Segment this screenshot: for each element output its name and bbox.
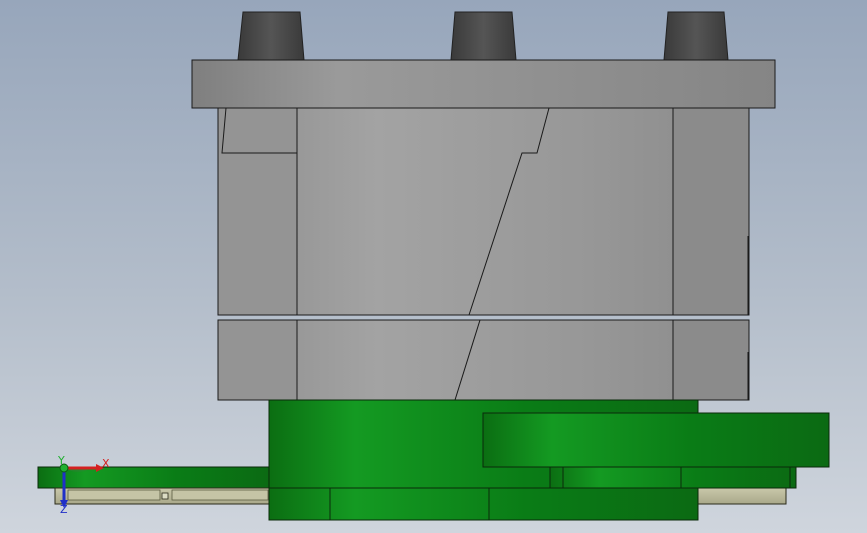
model-view[interactable]	[0, 0, 867, 533]
top-plate	[191, 59, 776, 109]
cap-center	[450, 11, 517, 61]
upper-body	[217, 107, 750, 316]
3d-viewport[interactable]: X Y Z	[0, 0, 867, 533]
triad-y-label: Y	[58, 454, 65, 467]
triad-z-label: Z	[60, 503, 68, 516]
upper-body-right-face	[672, 107, 750, 316]
triad-x-label: X	[102, 457, 110, 470]
top-caps	[237, 11, 729, 61]
pcb-daughter-board	[482, 412, 830, 468]
upper-body-left-face	[217, 107, 298, 316]
cap-left	[237, 11, 305, 61]
lower-body	[217, 319, 750, 401]
lower-body-right-face	[672, 319, 750, 401]
lower-body-left-face	[217, 319, 298, 401]
cap-right	[663, 11, 729, 61]
